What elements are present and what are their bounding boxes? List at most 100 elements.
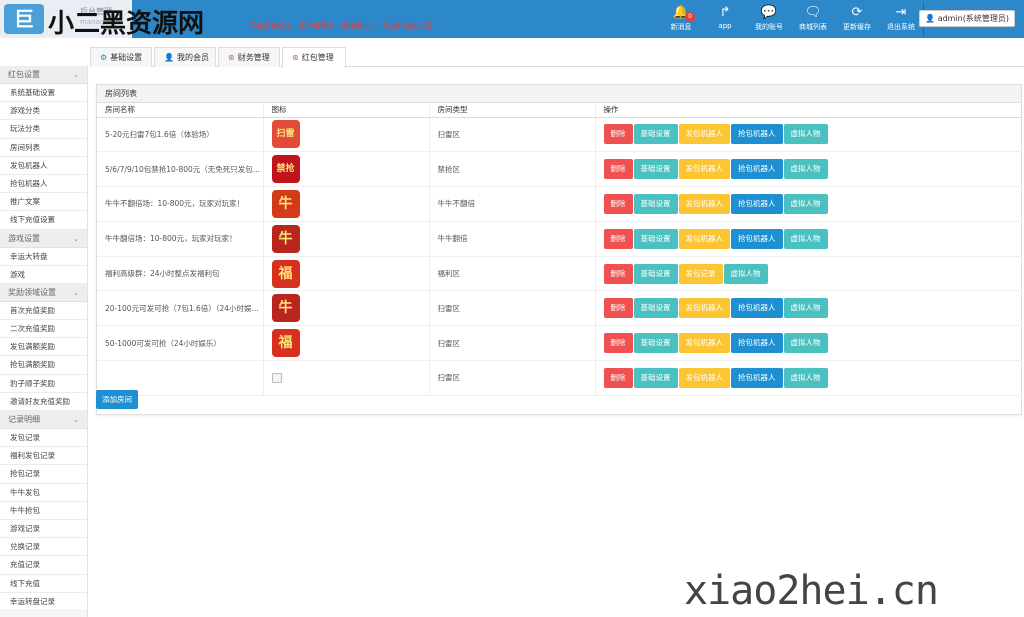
header-action-bell[interactable]: 🔔 0 新消息	[659, 0, 703, 38]
virtual-user-button[interactable]: 虚拟人物	[783, 159, 828, 180]
sidebar-item[interactable]: 线下充值	[0, 574, 87, 593]
table-row: 50-1000可发可抢（24小时娱乐） 福 扫雷区 删除 基础设置 发包机器人 抢包机器人虚…	[97, 325, 1022, 362]
send-robot-button[interactable]: 发包机器人	[678, 159, 730, 180]
grab-robot-button[interactable]: 抢包机器人	[731, 159, 783, 180]
basic-settings-button[interactable]: 基础设置	[633, 159, 678, 180]
send-robot-button[interactable]: 发包机器人	[678, 333, 730, 354]
room-icon: 禁抢	[271, 155, 300, 184]
room-type-cell: 禁抢区	[429, 151, 596, 188]
sidebar-item[interactable]: 福利发包记录	[0, 447, 87, 466]
header-action-share[interactable]: ↱ app	[703, 0, 747, 38]
sidebar-item[interactable]: 推广文案	[0, 193, 87, 212]
sidebar-item[interactable]: 豹子顺子奖励	[0, 374, 87, 393]
virtual-user-button[interactable]: 虚拟人物	[783, 333, 828, 354]
sidebar-item[interactable]: 二次充值奖励	[0, 320, 87, 339]
tab-user[interactable]: 👤 我的会员	[154, 47, 216, 67]
delete-button[interactable]: 删除	[603, 193, 633, 214]
sidebar-section-header[interactable]: 记录明细 ⌄	[0, 411, 87, 429]
delete-button[interactable]: 删除	[603, 124, 633, 145]
actions-cell: 删除 基础设置 发包机器人 抢包机器人 虚拟人物	[595, 325, 1022, 362]
grab-robot-button[interactable]: 抢包机器人	[731, 124, 783, 145]
sidebar-section-header[interactable]: 红包设置 ⌄	[0, 66, 87, 84]
send-record-button[interactable]: 发包记录	[678, 263, 723, 284]
basic-settings-button[interactable]: 基础设置	[633, 193, 678, 214]
sidebar-item[interactable]: 抢包记录	[0, 465, 87, 484]
gear-icon: ⚙	[100, 53, 108, 62]
basic-settings-button[interactable]: 基础设置	[633, 124, 678, 145]
delete-button[interactable]: 删除	[603, 333, 633, 354]
room-name: 50-1000可发可抢（24小时娱乐）	[105, 338, 221, 348]
send-robot-button[interactable]: 发包机器人	[678, 193, 730, 214]
sidebar-item[interactable]: 游戏	[0, 265, 87, 284]
sidebar-item[interactable]: 发包机器人	[0, 156, 87, 175]
virtual-user-button[interactable]: 虚拟人物	[783, 228, 828, 249]
sidebar-item[interactable]: 房间列表	[0, 138, 87, 157]
grab-robot-button[interactable]: 抢包机器人	[731, 228, 783, 249]
basic-settings-button[interactable]: 基础设置	[633, 228, 678, 249]
room-type-cell: 扫雷区	[429, 290, 596, 327]
send-robot-button[interactable]: 发包机器人	[678, 228, 730, 249]
room-icon: 福	[271, 259, 300, 288]
sidebar-section-header[interactable]: 奖励领域设置 ⌄	[0, 283, 87, 302]
sidebar-item[interactable]: 线下充值设置	[0, 211, 87, 230]
virtual-user-button[interactable]: 虚拟人物	[783, 193, 828, 214]
header-action-label: 更新缓存	[843, 23, 871, 31]
sidebar-item[interactable]: 发包满额奖励	[0, 338, 87, 357]
header-action-refresh[interactable]: ⟳ 更新缓存	[835, 0, 879, 38]
sidebar-item[interactable]: 发包记录	[0, 429, 87, 448]
table-row: 20-100元可发可抢（7包1.6倍）（24小时娱... 牛 扫雷区 删除 基础设置 发包…	[97, 290, 1022, 327]
virtual-user-button[interactable]: 虚拟人物	[783, 124, 828, 145]
send-robot-button[interactable]: 发包机器人	[678, 124, 730, 145]
send-robot-button[interactable]: 发包机器人	[678, 367, 730, 388]
room-type-cell: 扫雷区	[429, 360, 596, 396]
sidebar-item[interactable]: 充值记录	[0, 556, 87, 575]
basic-settings-button[interactable]: 基础设置	[633, 263, 678, 284]
add-room-button[interactable]: 添加房间	[96, 390, 138, 409]
room-icon: 扫雷	[271, 120, 300, 149]
basic-settings-button[interactable]: 基础设置	[633, 298, 678, 319]
grab-robot-button[interactable]: 抢包机器人	[731, 298, 783, 319]
basic-settings-button[interactable]: 基础设置	[633, 333, 678, 354]
tab-gear[interactable]: ⚙ 基础设置	[90, 47, 152, 67]
sidebar-item[interactable]: 牛牛发包	[0, 483, 87, 502]
delete-button[interactable]: 删除	[603, 159, 633, 180]
sidebar-item[interactable]: 游戏分类	[0, 102, 87, 121]
module-tabs: ⚙ 基础设置 👤 我的会员 ⊛ 财务管理 ⊛ 红包管理	[90, 44, 1024, 68]
tab-redpacket[interactable]: ⊛ 红包管理	[282, 47, 346, 68]
sidebar-item[interactable]: 玩法分类	[0, 120, 87, 139]
virtual-user-button[interactable]: 虚拟人物	[783, 298, 828, 319]
sidebar-item[interactable]: 牛牛抢包	[0, 501, 87, 520]
wechat-icon: 💬	[760, 5, 778, 20]
panel-title: 房间列表	[97, 85, 1021, 103]
room-icon-cell	[263, 360, 430, 396]
virtual-user-button[interactable]: 虚拟人物	[783, 367, 828, 388]
send-robot-button[interactable]: 发包机器人	[678, 298, 730, 319]
sidebar-section-header[interactable]: 游戏设置 ⌄	[0, 229, 87, 248]
header-action-wechat[interactable]: 💬 我的账号	[747, 0, 791, 38]
header-action-logout[interactable]: ⇥ 退出系统	[879, 0, 923, 38]
delete-button[interactable]: 删除	[603, 298, 633, 319]
sidebar-item[interactable]: 抢包机器人	[0, 174, 87, 194]
user-menu-button[interactable]: 👤 admin(系统管理员)	[919, 10, 1015, 27]
grab-robot-button[interactable]: 抢包机器人	[731, 193, 783, 214]
sidebar-item[interactable]: 游戏记录	[0, 519, 87, 539]
sidebar-item[interactable]: 首次充值奖励	[0, 301, 87, 321]
delete-button[interactable]: 删除	[603, 228, 633, 249]
sidebar-item[interactable]: 幸运大转盘	[0, 247, 87, 266]
sidebar-item[interactable]: 邀请好友充值奖励	[0, 392, 87, 411]
basic-settings-button[interactable]: 基础设置	[633, 367, 678, 388]
grab-robot-button[interactable]: 抢包机器人	[731, 367, 783, 388]
sidebar: 红包设置 ⌄ 系统基础设置 游戏分类 玩法分类 房间列表 发包机器人 抢包机器人 推广文案 线下充…	[0, 66, 88, 617]
grab-robot-button[interactable]: 抢包机器人	[731, 333, 783, 354]
delete-button[interactable]: 删除	[603, 263, 633, 284]
delete-button[interactable]: 删除	[603, 367, 633, 388]
sidebar-item[interactable]: 系统基础设置	[0, 84, 87, 103]
sidebar-item[interactable]: 幸运转盘记录	[0, 592, 87, 611]
redpacket-icon: ⊛	[292, 53, 299, 62]
header-action-chat[interactable]: 🗨 商城列表	[791, 0, 835, 38]
virtual-user-button[interactable]: 虚拟人物	[723, 263, 768, 284]
sidebar-item[interactable]: 抢包满额奖励	[0, 356, 87, 375]
chevron-down-icon: ⌄	[73, 234, 79, 243]
sidebar-item[interactable]: 兑换记录	[0, 538, 87, 557]
tab-money[interactable]: ⊛ 财务管理	[218, 47, 280, 67]
